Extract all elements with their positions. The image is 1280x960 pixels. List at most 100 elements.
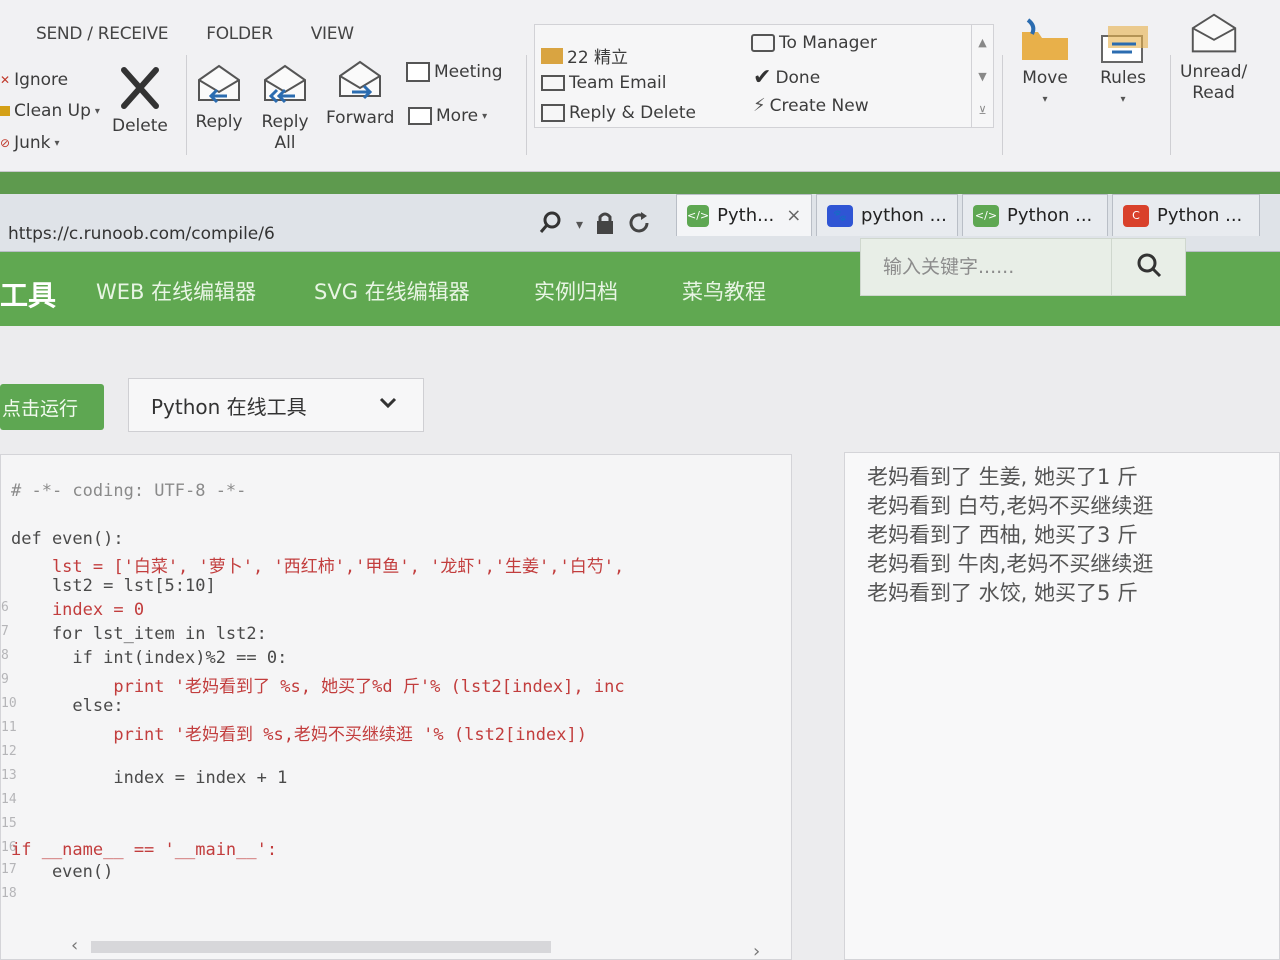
- nav-web-editor[interactable]: WEB 在线编辑器: [96, 276, 256, 306]
- group-divider: [186, 55, 187, 155]
- more-button[interactable]: More ▾: [408, 106, 487, 126]
- clean-up-icon: [0, 106, 10, 116]
- line-number: 12: [1, 744, 17, 759]
- baidu-favicon-icon: 🐾: [827, 204, 853, 227]
- code-text: if __name__ == '__main__':: [11, 840, 278, 860]
- code-line[interactable]: [1, 505, 791, 529]
- ribbon-tabs: SEND / RECEIVE FOLDER VIEW: [36, 24, 354, 44]
- code-text: even(): [11, 862, 114, 882]
- move-button[interactable]: Move ▾: [1018, 14, 1072, 110]
- line-number: 18: [1, 886, 17, 901]
- code-text: for lst_item in lst2:: [11, 624, 267, 644]
- run-button[interactable]: 点击运行: [0, 384, 104, 430]
- search-icon: [1135, 251, 1163, 283]
- language-select[interactable]: Python 在线工具: [128, 378, 424, 432]
- code-line[interactable]: 12: [1, 744, 791, 768]
- ignore-icon: ✕: [0, 73, 11, 87]
- horizontal-scrollbar[interactable]: ‹ ›: [1, 933, 791, 959]
- reply-all-button[interactable]: Reply All: [258, 58, 312, 154]
- browser-tab[interactable]: </> Python ...: [962, 194, 1108, 236]
- tab-send-receive[interactable]: SEND / RECEIVE: [36, 24, 169, 44]
- rules-icon: [1096, 14, 1150, 66]
- code-line[interactable]: 11 print '老妈看到 %s,老妈不买继续逛 '% (lst2[index…: [1, 720, 791, 745]
- nav-svg-editor[interactable]: SVG 在线编辑器: [314, 276, 470, 306]
- group-divider: [526, 55, 527, 155]
- chevron-down-icon[interactable]: ▾: [576, 217, 583, 233]
- gallery-scroll[interactable]: ▲ ▼ ⊻: [971, 25, 993, 127]
- scrollbar-thumb[interactable]: [91, 941, 551, 953]
- runoob-favicon-icon: </>: [973, 204, 999, 227]
- reply-button[interactable]: Reply: [192, 58, 246, 133]
- code-text: def even():: [11, 529, 124, 549]
- tab-folder[interactable]: FOLDER: [206, 24, 273, 44]
- scroll-up-icon[interactable]: ▲: [978, 36, 986, 49]
- csdn-favicon-icon: C: [1123, 204, 1149, 227]
- window-edge: [0, 172, 1280, 194]
- envelope-icon: [1187, 8, 1241, 60]
- browser-tab[interactable]: 🐾 python ...: [816, 194, 958, 236]
- scroll-down-icon[interactable]: ▼: [978, 70, 986, 83]
- code-line[interactable]: 14: [1, 792, 791, 816]
- clean-up-button[interactable]: Clean Up ▾: [0, 101, 100, 121]
- code-line[interactable]: 6 index = 0: [1, 600, 791, 624]
- folder-icon: [541, 47, 563, 64]
- meeting-button[interactable]: Meeting: [406, 62, 503, 82]
- search-icon[interactable]: [538, 210, 564, 240]
- code-line[interactable]: 9 print '老妈看到了 %s, 她买了%d 斤'% (lst2[index…: [1, 672, 791, 697]
- address-bar-icons: ▾: [538, 210, 651, 240]
- search-input[interactable]: [861, 239, 1111, 295]
- calendar-icon: [406, 62, 430, 82]
- code-editor[interactable]: # -*- coding: UTF-8 -*- def even(): lst =…: [0, 454, 792, 960]
- site-search: [860, 238, 1186, 296]
- code-line[interactable]: def even():: [1, 529, 791, 553]
- code-line[interactable]: 17 even(): [1, 862, 791, 886]
- code-line[interactable]: lst = ['白菜', '萝卜', '西红柿','甲鱼', '龙虾','生姜'…: [1, 552, 791, 577]
- done-button[interactable]: ✔ Done: [753, 65, 820, 90]
- refresh-icon[interactable]: [627, 211, 651, 239]
- junk-button[interactable]: ⊘ Junk ▾: [0, 133, 60, 153]
- forward-icon: [333, 54, 387, 106]
- forward-mail-icon: [751, 34, 775, 52]
- quick-steps-gallery: 22 精立 Team Email Reply & Delete To Manag…: [534, 24, 994, 128]
- close-icon[interactable]: ×: [786, 205, 801, 226]
- address-bar-url[interactable]: https://c.runoob.com/compile/6: [8, 224, 275, 244]
- chevron-down-icon: ▾: [1042, 94, 1048, 105]
- line-number: 15: [1, 816, 17, 831]
- code-line[interactable]: 7 for lst_item in lst2:: [1, 624, 791, 648]
- code-line[interactable]: 15: [1, 816, 791, 840]
- forward-button[interactable]: Forward: [326, 54, 394, 129]
- scroll-left-icon[interactable]: ‹: [71, 935, 78, 956]
- reply-icon: [192, 58, 246, 110]
- output-line: 老妈看到 牛肉,老妈不买继续逛: [867, 552, 1154, 576]
- checkmark-icon: ✔: [753, 65, 772, 90]
- scroll-right-icon[interactable]: ›: [753, 941, 760, 959]
- rules-button[interactable]: Rules ▾: [1096, 14, 1150, 110]
- to-manager-button[interactable]: To Manager: [751, 33, 877, 53]
- code-line[interactable]: 10 else:: [1, 696, 791, 720]
- tab-view[interactable]: VIEW: [311, 24, 354, 44]
- code-line[interactable]: lst2 = lst[5:10]: [1, 576, 791, 600]
- code-line[interactable]: 13 index = index + 1: [1, 768, 791, 792]
- outlook-ribbon: SEND / RECEIVE FOLDER VIEW ✕ Ignore Clea…: [0, 0, 1280, 172]
- browser-tab-active[interactable]: </> Pyth... ×: [676, 194, 812, 236]
- quick-step-item[interactable]: 22 精立: [541, 43, 628, 68]
- delete-button[interactable]: Delete: [112, 62, 168, 137]
- code-line[interactable]: 16 if __name__ == '__main__':: [1, 840, 791, 864]
- nav-examples[interactable]: 实例归档: [534, 276, 618, 306]
- ignore-button[interactable]: ✕ Ignore: [0, 70, 68, 90]
- browser-tab[interactable]: C Python ...: [1112, 194, 1260, 236]
- nav-runoob-tutorial[interactable]: 菜鸟教程: [682, 276, 766, 306]
- search-button[interactable]: [1111, 239, 1185, 295]
- code-line[interactable]: # -*- coding: UTF-8 -*-: [1, 481, 791, 505]
- team-email-button[interactable]: Team Email: [541, 73, 667, 93]
- unread-read-button[interactable]: Unread/ Read: [1180, 8, 1247, 104]
- create-new-button[interactable]: ⚡ Create New: [753, 95, 869, 116]
- delete-icon: [113, 62, 167, 114]
- expand-gallery-icon[interactable]: ⊻: [978, 104, 986, 117]
- reply-delete-button[interactable]: Reply & Delete: [541, 103, 696, 123]
- code-text: # -*- coding: UTF-8 -*-: [11, 481, 247, 501]
- site-brand[interactable]: 工具: [0, 274, 56, 314]
- code-line[interactable]: 8 if int(index)%2 == 0:: [1, 648, 791, 672]
- code-line[interactable]: 18: [1, 886, 791, 910]
- reply-all-icon: [258, 58, 312, 110]
